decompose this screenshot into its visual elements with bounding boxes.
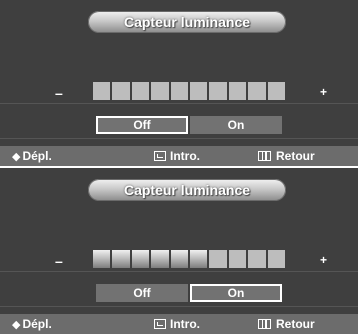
- level-segment: [151, 250, 169, 268]
- level-segment: [131, 82, 150, 100]
- divider: [0, 271, 358, 272]
- move-arrows-icon: ◆: [12, 318, 21, 331]
- footer-bar: ◆ Dépl. Intro. Retour: [0, 314, 358, 334]
- level-segment: [228, 82, 247, 100]
- level-segment: [151, 82, 169, 100]
- footer-bar: ◆ Dépl. Intro. Retour: [0, 146, 358, 166]
- off-option[interactable]: Off: [96, 116, 188, 134]
- enter-icon: [154, 151, 166, 161]
- plus-icon: +: [320, 253, 328, 267]
- level-segment: [112, 250, 130, 268]
- footer-move: ◆ Dépl.: [12, 317, 52, 331]
- level-segment: [93, 250, 111, 268]
- title-bar: Capteur luminance: [88, 179, 286, 201]
- footer-return-label: Retour: [276, 149, 315, 163]
- on-option[interactable]: On: [190, 116, 282, 134]
- on-option[interactable]: On: [190, 284, 282, 302]
- menu-icon: [258, 151, 271, 161]
- level-bar[interactable]: [93, 250, 286, 268]
- footer-return: Retour: [258, 317, 315, 331]
- level-segment: [190, 250, 208, 268]
- level-segment: [228, 250, 247, 268]
- footer-enter-label: Intro.: [170, 149, 200, 163]
- footer-return-label: Retour: [276, 317, 315, 331]
- title-bar: Capteur luminance: [88, 11, 286, 33]
- footer-move: ◆ Dépl.: [12, 149, 52, 163]
- level-segment: [93, 82, 111, 100]
- divider: [0, 103, 358, 104]
- divider: [0, 306, 358, 307]
- footer-return: Retour: [258, 149, 315, 163]
- level-segment: [190, 82, 208, 100]
- footer-move-label: Dépl.: [22, 317, 52, 331]
- level-segment: [170, 82, 189, 100]
- off-option[interactable]: Off: [96, 284, 188, 302]
- osd-panel-2: Capteur luminance – + Off On ◆ Dépl. Int…: [0, 168, 358, 334]
- panel-title: Capteur luminance: [123, 14, 251, 30]
- level-segment: [170, 250, 189, 268]
- level-segment: [248, 250, 266, 268]
- footer-move-label: Dépl.: [22, 149, 52, 163]
- divider: [0, 138, 358, 139]
- move-arrows-icon: ◆: [12, 150, 21, 163]
- level-segment: [131, 250, 150, 268]
- footer-enter: Intro.: [154, 317, 200, 331]
- level-segment: [209, 250, 227, 268]
- level-bar[interactable]: [93, 82, 286, 100]
- level-segment: [112, 82, 130, 100]
- footer-enter: Intro.: [154, 149, 200, 163]
- plus-icon: +: [320, 85, 328, 99]
- osd-panel-1: Capteur luminance – + Off On ◆ Dépl. Int…: [0, 0, 358, 166]
- level-segment: [267, 82, 286, 100]
- minus-icon: –: [55, 253, 63, 269]
- enter-icon: [154, 319, 166, 329]
- footer-enter-label: Intro.: [170, 317, 200, 331]
- level-segment: [248, 82, 266, 100]
- panel-title: Capteur luminance: [123, 182, 251, 198]
- level-segment: [209, 82, 227, 100]
- menu-icon: [258, 319, 271, 329]
- minus-icon: –: [55, 85, 63, 101]
- level-segment: [267, 250, 286, 268]
